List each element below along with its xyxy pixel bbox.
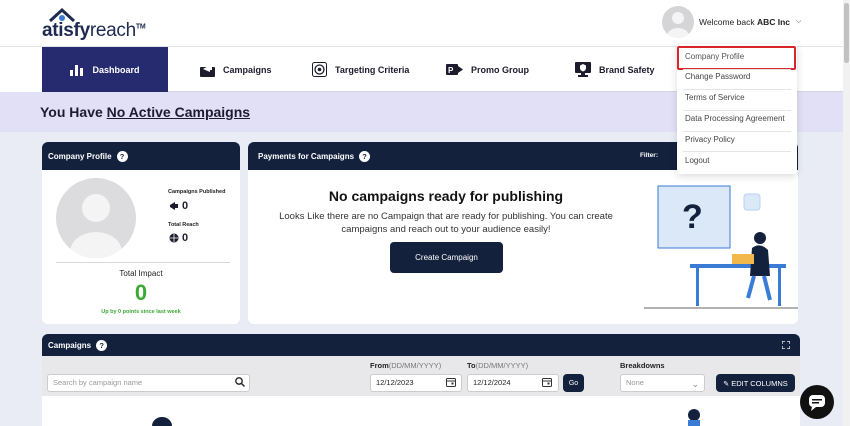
total-impact-label: Total Impact [119,269,163,278]
menu-item-change-password[interactable]: Change Password [685,72,750,81]
welcome-text: Welcome back ABC Inc [699,17,791,27]
menu-item-logout[interactable]: Logout [685,156,709,165]
megaphone-icon [170,202,178,210]
total-reach-label: Total Reach [168,222,199,228]
nav-tab-label: Campaigns [223,64,272,75]
empty-state-illustration: ? [644,185,798,309]
help-icon[interactable]: ? [359,150,371,162]
card-title: Company Profile [48,151,112,161]
breakdowns-select[interactable]: None ⌄ [620,374,705,392]
chat-support-button[interactable] [800,385,834,419]
card-title: Campaigns [48,340,92,350]
company-profile-header: Company Profile ? [42,142,240,170]
user-silhouette-icon [70,194,122,258]
page-scrollbar-track[interactable] [843,0,850,426]
campaigns-card: Campaigns ? Search by campaign name From… [42,334,800,426]
chat-bubble-icon [809,395,825,411]
menu-divider [683,110,791,111]
menu-item-company-profile[interactable]: Company Profile [685,52,744,61]
nav-tab-brand-safety[interactable]: Brand Safety [575,47,655,92]
calendar-icon[interactable] [446,377,456,387]
nav-tab-label: Dashboard [92,64,140,75]
from-date-label: From(DD/MM/YYYY) [370,361,442,370]
empty-state-heading: No campaigns ready for publishing [328,188,564,204]
megaphone-icon [200,64,215,77]
expand-icon[interactable] [782,341,790,349]
svg-text:P: P [448,66,454,75]
chevron-down-icon: ⌄ [691,379,699,389]
bar-chart-icon [70,65,84,76]
campaigns-published-value: 0 [182,200,189,212]
total-reach-value: 0 [182,232,189,244]
card-divider [56,262,230,263]
campaign-search-input[interactable]: Search by campaign name [47,374,250,392]
menu-divider [683,151,791,152]
svg-text:?: ? [682,198,703,236]
empty-state-description: Looks Like there are no Campaign that ar… [279,211,613,235]
company-avatar[interactable] [56,178,136,258]
nav-tab-targeting-criteria[interactable]: Targeting Criteria [312,47,409,92]
nav-tab-dashboard[interactable]: Dashboard [42,47,168,92]
create-campaign-button[interactable]: Create Campaign [390,242,503,273]
menu-divider [683,89,791,90]
nav-tab-label: Promo Group [471,64,529,75]
user-silhouette-icon [667,12,689,38]
profile-dropdown-menu: Company Profile Change Password Terms of… [677,44,797,174]
reach-globe-icon [169,233,179,243]
go-button[interactable]: Go [563,374,584,392]
chevron-down-icon[interactable]: ⌵ [796,18,801,26]
menu-item-terms-of-service[interactable]: Terms of Service [685,93,745,102]
campaigns-header: Campaigns ? [42,334,800,356]
nav-tab-promo-group[interactable]: P Promo Group [446,47,529,92]
user-menu[interactable]: Welcome back ABC Inc ⌵ [662,6,801,38]
banner-text: You Have No Active Campaigns [40,104,251,120]
top-bar: atisfyreachTM Welcome back ABC Inc ⌵ [0,0,850,46]
filter-label: Filter: [639,152,658,159]
calendar-icon[interactable] [542,377,552,387]
campaigns-published-label: Campaigns Published [168,189,226,195]
company-profile-card: Company Profile ? Campaigns Published 0 … [42,142,240,324]
edit-columns-button[interactable]: ✎ EDIT COLUMNS [716,374,795,392]
no-active-campaigns-link[interactable]: No Active Campaigns [107,104,250,120]
promo-tag-icon: P [446,64,463,75]
menu-item-privacy-policy[interactable]: Privacy Policy [685,135,735,144]
impact-change-text: Up by 0 points since last week [101,309,181,315]
search-icon[interactable] [235,377,245,387]
nav-tab-campaigns[interactable]: Campaigns [200,47,272,92]
card-title: Payments for Campaigns [258,151,355,161]
target-icon [312,62,327,77]
menu-item-data-processing-agreement[interactable]: Data Processing Agreement [685,114,785,123]
help-icon[interactable]: ? [116,150,128,162]
campaigns-toolbar: Search by campaign name From(DD/MM/YYYY)… [42,356,800,396]
page-scrollbar-thumb[interactable] [844,3,849,63]
shield-monitor-icon [575,62,591,77]
breakdowns-label: Breakdowns [620,361,665,370]
illustration-figure [688,409,700,426]
user-avatar[interactable] [662,6,694,38]
menu-divider [683,131,791,132]
illustration-figure [152,417,172,426]
help-icon[interactable]: ? [96,339,108,351]
to-date-label: To(DD/MM/YYYY) [467,361,529,370]
nav-tab-label: Brand Safety [599,64,655,75]
logo-text: atisfyreachTM [42,20,146,41]
pencil-icon: ✎ [723,380,730,388]
total-impact-value: 0 [134,280,148,305]
nav-tab-label: Targeting Criteria [335,64,410,75]
menu-divider [683,69,791,70]
